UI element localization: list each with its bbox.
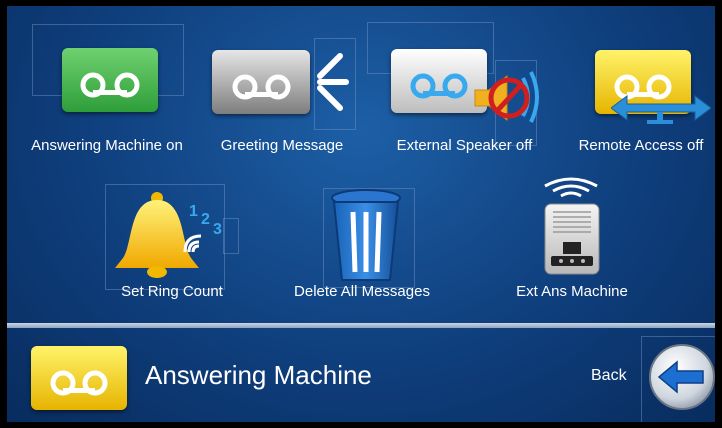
greeting-message-button[interactable]: Greeting Message bbox=[202, 20, 362, 160]
external-speaker-label: External Speaker off bbox=[396, 137, 533, 154]
ext-ans-machine-button[interactable]: Ext Ans Machine bbox=[487, 174, 657, 304]
svg-text:2: 2 bbox=[201, 211, 210, 228]
ext-ans-machine-label: Ext Ans Machine bbox=[516, 283, 628, 300]
ring-count-numbers-icon: 1 2 3 bbox=[183, 203, 222, 253]
external-speaker-toggle-button[interactable]: External Speaker off bbox=[367, 20, 562, 160]
delete-all-messages-label: Delete All Messages bbox=[294, 283, 430, 300]
answering-machine-screen: Answering Machine on Greeting Message Ex… bbox=[7, 6, 715, 422]
double-arrow-icon bbox=[611, 95, 711, 124]
answering-machine-toggle-button[interactable]: Answering Machine on bbox=[12, 20, 202, 160]
delete-all-messages-button[interactable]: Delete All Messages bbox=[277, 174, 447, 304]
speaker-muted-icon bbox=[474, 71, 539, 123]
back-label: Back bbox=[591, 367, 627, 384]
divider bbox=[7, 323, 715, 328]
trash-can-icon bbox=[331, 189, 401, 281]
cassette-tape-icon bbox=[62, 48, 158, 112]
cassette-tape-icon bbox=[212, 50, 310, 114]
answering-machine-toggle-label: Answering Machine on bbox=[31, 137, 183, 154]
set-ring-count-button[interactable]: 1 2 3 Set Ring Count bbox=[97, 174, 247, 304]
sound-waves-icon bbox=[317, 53, 349, 111]
greeting-message-label: Greeting Message bbox=[220, 137, 344, 154]
wireless-signal-icon bbox=[544, 177, 598, 198]
cassette-tape-icon bbox=[31, 346, 127, 410]
remote-access-toggle-button[interactable]: Remote Access off bbox=[567, 20, 715, 160]
arrow-left-icon bbox=[649, 344, 715, 410]
page-title: Answering Machine bbox=[145, 360, 372, 390]
set-ring-count-label: Set Ring Count bbox=[121, 283, 223, 300]
svg-text:3: 3 bbox=[213, 221, 222, 238]
remote-access-label: Remote Access off bbox=[578, 137, 704, 154]
answering-machine-device-icon bbox=[544, 203, 600, 275]
svg-text:1: 1 bbox=[189, 203, 198, 220]
back-button[interactable] bbox=[647, 342, 715, 412]
